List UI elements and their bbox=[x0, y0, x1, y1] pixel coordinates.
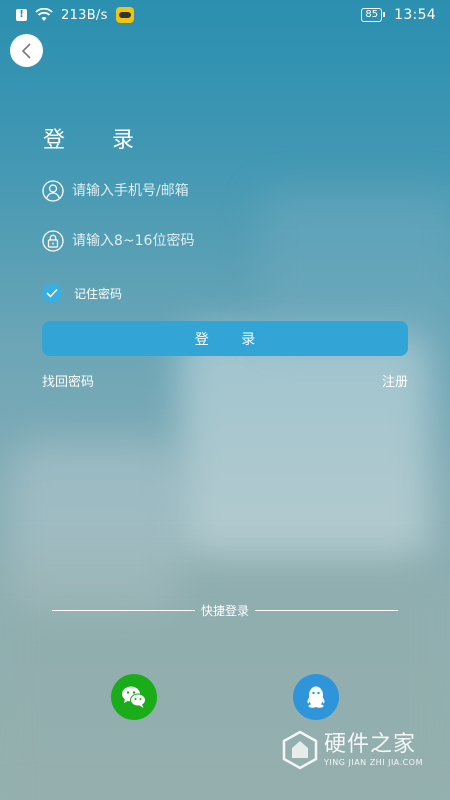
password-input[interactable] bbox=[72, 233, 408, 249]
app-notification-icon bbox=[115, 7, 134, 23]
back-button[interactable] bbox=[10, 34, 43, 67]
user-icon bbox=[42, 180, 64, 202]
account-input[interactable] bbox=[72, 183, 408, 199]
alert-icon: ! bbox=[16, 9, 27, 21]
watermark-en: YING JIAN ZHI JIA.COM bbox=[324, 758, 423, 767]
lock-icon bbox=[42, 230, 64, 252]
login-button[interactable]: 登 录 bbox=[42, 321, 408, 356]
battery-icon: 85 bbox=[361, 8, 385, 22]
checkmark-icon bbox=[46, 288, 58, 298]
wechat-login-button[interactable] bbox=[111, 674, 157, 720]
qq-login-button[interactable] bbox=[293, 674, 339, 720]
wechat-icon bbox=[122, 686, 146, 708]
wifi-icon bbox=[35, 8, 53, 21]
watermark: 硬件之家 YING JIAN ZHI JIA.COM bbox=[282, 730, 423, 770]
net-speed: 213B/s bbox=[61, 7, 108, 23]
register-link[interactable]: 注册 bbox=[382, 371, 408, 390]
status-bar: ! 213B/s 85 13:54 bbox=[0, 0, 450, 30]
remember-password-toggle[interactable]: 记住密码 bbox=[42, 283, 122, 303]
quick-login-divider: 快捷登录 bbox=[52, 600, 399, 620]
remember-label: 记住密码 bbox=[74, 286, 123, 301]
divider-line bbox=[255, 609, 399, 611]
account-field bbox=[42, 178, 408, 204]
watermark-text: 硬件之家 YING JIAN ZHI JIA.COM bbox=[324, 732, 423, 768]
status-bar-right: 85 13:54 bbox=[361, 7, 436, 23]
background-blur bbox=[10, 440, 180, 610]
password-field bbox=[42, 228, 408, 254]
status-bar-left: ! 213B/s bbox=[16, 7, 134, 23]
forgot-password-link[interactable]: 找回密码 bbox=[42, 371, 94, 390]
divider-line bbox=[52, 609, 195, 611]
battery-level: 85 bbox=[365, 9, 379, 20]
remember-checkbox[interactable] bbox=[42, 283, 62, 303]
background-blur bbox=[260, 190, 450, 340]
background-blur bbox=[180, 330, 430, 560]
house-logo-icon bbox=[282, 730, 318, 770]
page-title: 登 录 bbox=[43, 128, 154, 153]
clock: 13:54 bbox=[394, 7, 436, 23]
watermark-cn: 硬件之家 bbox=[324, 732, 417, 757]
qq-icon bbox=[307, 686, 325, 708]
quick-login-label: 快捷登录 bbox=[201, 603, 250, 618]
chevron-left-icon bbox=[21, 42, 31, 59]
